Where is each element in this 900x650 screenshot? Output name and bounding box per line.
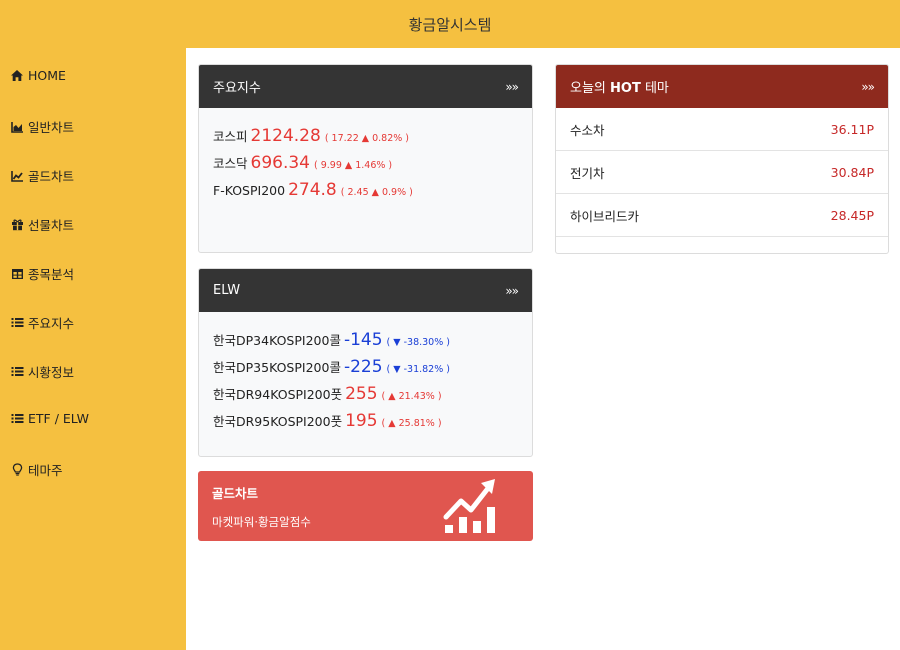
elw-name: 한국DR94KOSPI200풋 (213, 387, 343, 402)
sidebar-item-label: ETF / ELW (28, 411, 89, 426)
hot-theme-row[interactable]: 하이브리드카 28.45P (556, 194, 888, 237)
sidebar-item-etf-elw[interactable]: ETF / ELW (10, 411, 89, 426)
elw-row[interactable]: 한국DP35KOSPI200콜 -225 ( ▼ -31.82% ) (213, 357, 518, 384)
top-header: 황금알시스템 (0, 0, 900, 48)
list-icon (10, 412, 24, 426)
hot-theme-more-link[interactable]: »» (861, 80, 875, 94)
sidebar-item-label: 선물차트 (28, 218, 75, 233)
theme-name: 하이브리드카 (570, 208, 640, 224)
sidebar-item-label: 골드차트 (28, 169, 75, 184)
elw-change: ( ▲ 21.43% ) (381, 391, 442, 402)
elw-change: ( ▲ 25.81% ) (381, 418, 442, 429)
sidebar-item-stock-analysis[interactable]: 종목분석 (10, 264, 74, 283)
gift-icon (10, 218, 24, 232)
sidebar-item-label: 테마주 (28, 463, 63, 478)
elw-name: 한국DP35KOSPI200콜 (213, 360, 341, 375)
list-icon (10, 365, 24, 379)
hot-theme-title: 오늘의 HOT 테마 (570, 81, 669, 96)
sidebar-item-futures-chart[interactable]: 선물차트 (10, 215, 74, 234)
sidebar-item-market-info[interactable]: 시황정보 (10, 362, 74, 381)
elw-value: 195 (345, 411, 378, 431)
elw-row[interactable]: 한국DR95KOSPI200풋 195 ( ▲ 25.81% ) (213, 411, 518, 438)
hot-theme-header: 오늘의 HOT 테마 »» (556, 65, 888, 108)
app-title: 황금알시스템 (408, 15, 492, 34)
index-value: 274.8 (288, 180, 337, 200)
index-change: ( 2.45 ▲ 0.9% ) (340, 187, 413, 198)
area-chart-icon (10, 120, 24, 134)
sidebar-item-label: 일반차트 (28, 120, 75, 135)
sidebar-item-home[interactable]: HOME (10, 68, 66, 83)
index-row[interactable]: F-KOSPI200 274.8 ( 2.45 ▲ 0.9% ) (213, 180, 518, 207)
elw-value: -145 (343, 330, 383, 350)
index-name: 코스닥 (213, 156, 248, 171)
indices-panel-title: 주요지수 (213, 81, 261, 96)
elw-panel-title: ELW (213, 283, 241, 298)
theme-points: 36.11P (830, 121, 874, 137)
index-change: ( 9.99 ▲ 1.46% ) (314, 160, 393, 171)
growth-chart-icon (443, 477, 497, 539)
elw-name: 한국DR95KOSPI200풋 (213, 414, 343, 429)
index-name: 코스피 (213, 129, 248, 144)
hot-theme-panel: 오늘의 HOT 테마 »» 수소차 36.11P 전기차 30.84P 하이브리… (555, 64, 889, 254)
indices-list: 코스피 2124.28 ( 17.22 ▲ 0.82% ) 코스닥 696.34… (199, 108, 532, 217)
theme-name: 전기차 (570, 165, 605, 181)
line-chart-icon (10, 169, 24, 183)
elw-change: ( ▼ -31.82% ) (386, 364, 450, 375)
elw-value: -225 (343, 357, 383, 377)
index-change: ( 17.22 ▲ 0.82% ) (324, 133, 410, 144)
elw-change: ( ▼ -38.30% ) (386, 337, 450, 348)
index-row[interactable]: 코스닥 696.34 ( 9.99 ▲ 1.46% ) (213, 153, 518, 180)
index-value: 2124.28 (250, 126, 321, 146)
indices-panel-header: 주요지수 »» (199, 65, 532, 108)
index-value: 696.34 (250, 153, 310, 173)
sidebar: HOME 일반차트 골드차트 선물차트 종목분석 주요지수 시황정보 ETF /… (0, 48, 186, 650)
hot-theme-row[interactable]: 전기차 30.84P (556, 151, 888, 194)
elw-panel-header: ELW »» (199, 269, 532, 312)
elw-value: 255 (345, 384, 378, 404)
theme-name: 수소차 (570, 122, 605, 138)
sidebar-item-gold-chart[interactable]: 골드차트 (10, 166, 74, 185)
gold-chart-card[interactable]: 골드차트 마켓파워·황금알점수 (198, 471, 533, 541)
theme-points: 30.84P (830, 164, 874, 180)
sidebar-item-label: HOME (28, 68, 66, 83)
elw-name: 한국DP34KOSPI200콜 (213, 333, 341, 348)
lightbulb-icon (10, 463, 24, 477)
elw-row[interactable]: 한국DP34KOSPI200콜 -145 ( ▼ -38.30% ) (213, 330, 518, 357)
index-row[interactable]: 코스피 2124.28 ( 17.22 ▲ 0.82% ) (213, 126, 518, 153)
sidebar-item-label: 주요지수 (28, 316, 75, 331)
list-icon (10, 316, 24, 330)
sidebar-item-general-chart[interactable]: 일반차트 (10, 117, 74, 136)
hot-theme-row[interactable]: 수소차 36.11P (556, 108, 888, 151)
indices-more-link[interactable]: »» (505, 80, 519, 94)
index-name: F-KOSPI200 (213, 183, 286, 198)
elw-panel: ELW »» 한국DP34KOSPI200콜 -145 ( ▼ -38.30% … (198, 268, 533, 457)
table-icon (10, 267, 24, 281)
sidebar-item-label: 종목분석 (28, 267, 75, 282)
indices-panel: 주요지수 »» 코스피 2124.28 ( 17.22 ▲ 0.82% ) 코스… (198, 64, 533, 253)
sidebar-item-theme-stocks[interactable]: 테마주 (10, 460, 63, 479)
theme-points: 28.45P (830, 207, 874, 223)
main-content: 주요지수 »» 코스피 2124.28 ( 17.22 ▲ 0.82% ) 코스… (186, 48, 900, 650)
hot-theme-list: 수소차 36.11P 전기차 30.84P 하이브리드카 28.45P (556, 108, 888, 237)
sidebar-item-label: 시황정보 (28, 365, 75, 380)
elw-row[interactable]: 한국DR94KOSPI200풋 255 ( ▲ 21.43% ) (213, 384, 518, 411)
elw-more-link[interactable]: »» (505, 284, 519, 298)
home-icon (10, 69, 24, 83)
sidebar-item-major-indices[interactable]: 주요지수 (10, 313, 74, 332)
elw-list: 한국DP34KOSPI200콜 -145 ( ▼ -38.30% ) 한국DP3… (199, 312, 532, 448)
